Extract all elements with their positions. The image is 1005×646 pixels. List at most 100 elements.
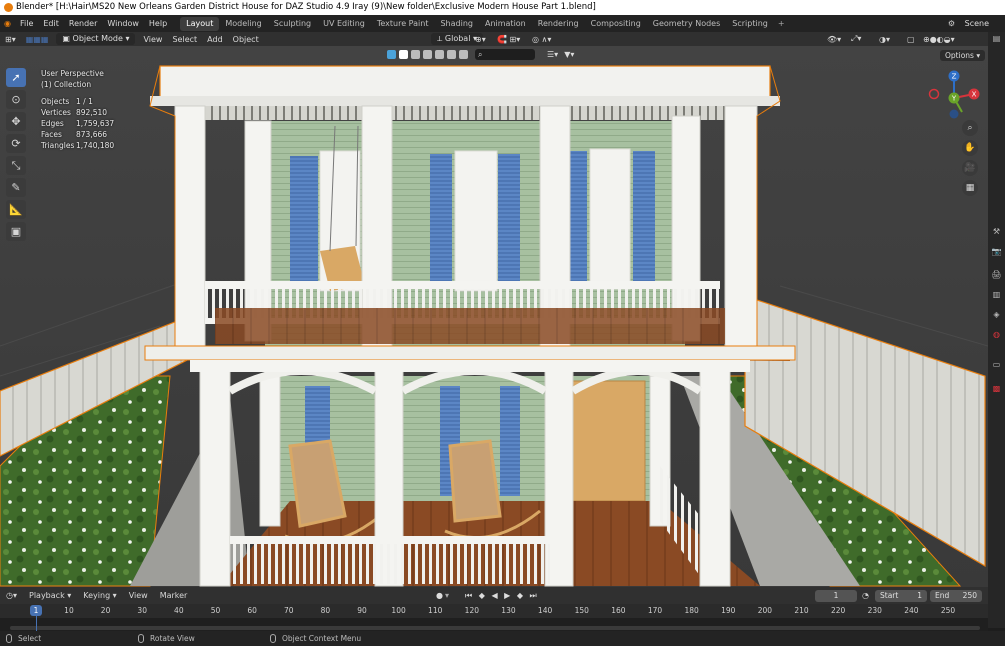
select-mode-icon[interactable]: ▦▦▦ <box>21 35 54 44</box>
menu-select[interactable]: Select <box>167 35 202 44</box>
mode-dropdown[interactable]: ▣ Object Mode ▾ <box>56 33 136 45</box>
filter-icon[interactable]: ▼▾ <box>564 50 574 59</box>
menu-playback[interactable]: Playback ▾ <box>23 591 77 600</box>
rotate-tool-icon[interactable]: ⟳ <box>6 134 26 153</box>
curve-icon[interactable] <box>459 49 468 59</box>
playhead[interactable]: 1 <box>30 605 42 616</box>
menu-keying[interactable]: Keying ▾ <box>77 591 122 600</box>
xray-icon[interactable]: ▢ <box>902 35 920 44</box>
visibility-icon[interactable]: 👁▾ <box>822 35 846 44</box>
view-layer-icon[interactable]: ▥ <box>991 290 1002 300</box>
options-button[interactable]: Options ▾ <box>940 50 986 61</box>
select-box-tool-icon[interactable]: ➚ <box>6 68 26 87</box>
scene-icon[interactable]: ⚙ <box>948 19 955 28</box>
stat-row: Objects 1 / 1 <box>41 96 114 107</box>
object-type-icon[interactable] <box>387 49 396 59</box>
tab-shading[interactable]: Shading <box>434 17 479 31</box>
menu-view-timeline[interactable]: View <box>123 591 154 600</box>
render-properties-icon[interactable]: 📷 <box>991 247 1002 257</box>
shading-modes-icon[interactable]: ⊕●◐◒▾ <box>918 35 960 44</box>
tab-animation[interactable]: Animation <box>479 17 532 31</box>
frame-tick-label: 80 <box>320 606 331 615</box>
snap-icon[interactable]: 🧲 ⊞▾ <box>492 35 525 44</box>
menu-add[interactable]: Add <box>202 35 228 44</box>
status-select-hint: Select <box>18 633 42 643</box>
overlays-icon[interactable]: ◑▾ <box>874 35 895 44</box>
viewport-filter-bar: ⌕ ☰▾ ▼▾ <box>387 47 574 61</box>
collection-properties-icon[interactable]: ▭ <box>991 360 1002 370</box>
clock-icon[interactable]: ◔ <box>862 591 869 600</box>
end-frame-field[interactable]: End 250 <box>930 589 982 602</box>
proportional-edit-icon[interactable]: ◎ ∧▾ <box>527 35 556 44</box>
tab-sculpting[interactable]: Sculpting <box>268 17 317 31</box>
zoom-icon[interactable]: ⌕ <box>962 120 978 136</box>
window-title-bar: Blender* [H:\Hair\MS20 New Orleans Garde… <box>0 0 1005 15</box>
menu-edit[interactable]: Edit <box>38 19 64 28</box>
camera-icon[interactable] <box>411 49 420 59</box>
pivot-icon[interactable]: ⊕▾ <box>470 35 491 44</box>
properties-editor-icon[interactable]: ▤ <box>991 34 1002 44</box>
menu-render[interactable]: Render <box>64 19 102 28</box>
window-title: Blender* [H:\Hair\MS20 New Orleans Garde… <box>16 2 596 12</box>
status-context-hint: Object Context Menu <box>282 633 362 643</box>
light-icon[interactable] <box>423 49 432 59</box>
editor-type-icon[interactable]: ⊞▾ <box>0 35 21 44</box>
scene-selector[interactable]: Scene <box>965 19 989 28</box>
search-input[interactable]: ⌕ <box>475 48 535 60</box>
timeline-editor-type-icon[interactable]: ◷▾ <box>0 591 23 600</box>
menu-help[interactable]: Help <box>144 19 172 28</box>
tab-layout[interactable]: Layout <box>180 16 220 31</box>
tool-properties-icon[interactable]: ⚒ <box>991 227 1002 237</box>
menu-object[interactable]: Object <box>228 35 264 44</box>
blender-logo-icon <box>4 3 13 12</box>
scene-properties-icon[interactable]: ◈ <box>991 310 1002 320</box>
annotate-tool-icon[interactable]: ✎ <box>6 178 26 197</box>
neg-z-axis-handle[interactable] <box>949 109 959 119</box>
neg-x-axis-handle[interactable] <box>928 88 940 100</box>
output-properties-icon[interactable]: 🖨 <box>991 270 1002 280</box>
x-axis-label: X <box>972 91 977 99</box>
empty-icon[interactable] <box>435 49 444 59</box>
tab-rendering[interactable]: Rendering <box>532 17 585 31</box>
measure-tool-icon[interactable]: 📐 <box>6 200 26 219</box>
menu-marker[interactable]: Marker <box>154 591 194 600</box>
texture-properties-icon[interactable]: ▩ <box>991 384 1002 394</box>
mesh-icon[interactable] <box>399 49 408 59</box>
z-axis-label: Z <box>952 73 957 81</box>
scale-tool-icon[interactable]: ⤡ <box>6 156 26 175</box>
frame-ruler[interactable]: 10 20 30 40 50 60 70 80 90 100 110 120 130 140 150 160 1… <box>0 604 988 618</box>
cursor-tool-icon[interactable]: ⊙ <box>6 90 26 109</box>
collection-name: (1) Collection <box>41 80 92 89</box>
timeline-area[interactable]: 10 20 30 40 50 60 70 80 90 100 110 120 130 140 150 160 1… <box>0 604 988 631</box>
camera-view-icon[interactable]: 🎥 <box>962 160 978 176</box>
cube-icon: ▣ <box>62 34 73 43</box>
tab-texture-paint[interactable]: Texture Paint <box>371 17 435 31</box>
tab-geometry-nodes[interactable]: Geometry Nodes <box>647 17 726 31</box>
menu-file[interactable]: File <box>15 19 38 28</box>
keyframe-type-icon[interactable]: ▾ <box>445 591 449 600</box>
gizmo-toggle-icon[interactable]: ⤢▾ <box>846 34 866 44</box>
playback-controls[interactable]: ⏮ ◆ ◀ ▶ ◆ ⏭ <box>465 591 539 601</box>
start-value: 1 <box>917 590 922 600</box>
add-workspace-button[interactable]: + <box>774 19 789 28</box>
blender-menu-icon[interactable]: ◉ <box>0 19 15 28</box>
start-frame-field[interactable]: Start 1 <box>875 589 927 602</box>
stat-value: 1,740,180 <box>76 141 115 150</box>
timeline-scrollbar[interactable] <box>10 626 980 630</box>
menu-window[interactable]: Window <box>102 19 144 28</box>
move-tool-icon[interactable]: ✥ <box>6 112 26 131</box>
add-cube-tool-icon[interactable]: ▣ <box>6 222 26 241</box>
tab-scripting[interactable]: Scripting <box>726 17 774 31</box>
current-frame-field[interactable]: 1 <box>815 589 857 602</box>
tab-compositing[interactable]: Compositing <box>585 17 647 31</box>
tab-uv-editing[interactable]: UV Editing <box>317 17 371 31</box>
pan-hand-icon[interactable]: ✋ <box>962 140 978 156</box>
3d-viewport[interactable]: ⌕ ☰▾ ▼▾ Options ▾ ➚ ⊙ ✥ ⟳ ⤡ ✎ 📐 ▣ User P… <box>0 46 988 587</box>
menu-view[interactable]: View <box>138 35 167 44</box>
record-icon[interactable]: ● <box>436 591 443 600</box>
other-icon[interactable] <box>447 49 456 59</box>
perspective-grid-icon[interactable]: ▦ <box>962 180 978 196</box>
world-properties-icon[interactable]: ◍ <box>991 330 1002 340</box>
tab-modeling[interactable]: Modeling <box>219 17 267 31</box>
sort-icon[interactable]: ☰▾ <box>547 50 558 59</box>
